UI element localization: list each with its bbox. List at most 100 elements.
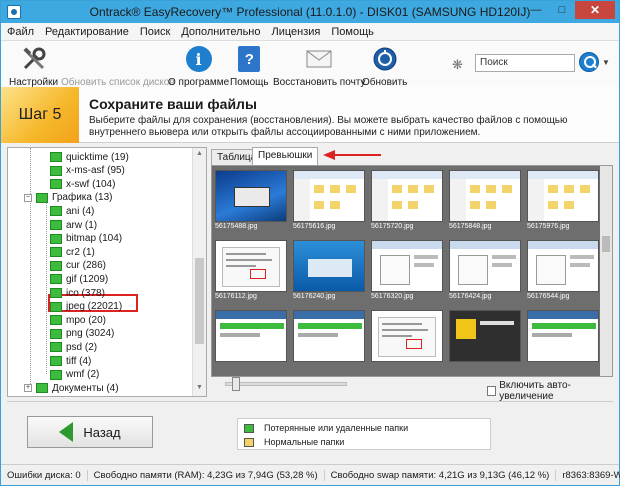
scrollbar-thumb[interactable] xyxy=(195,258,204,344)
search-input[interactable]: Поиск xyxy=(475,54,575,72)
thumbnail-scrollbar[interactable] xyxy=(600,166,612,376)
settings-button[interactable]: Настройки xyxy=(9,45,58,88)
tree-item-label: Документы (4) xyxy=(52,382,119,394)
thumbnail-image xyxy=(371,170,443,222)
thumbnail-filename: 56176320.jpg xyxy=(371,293,414,300)
menu-help[interactable]: Помощь xyxy=(331,26,374,38)
thumbnail[interactable]: 56176240.jpg xyxy=(292,238,366,302)
tree-item[interactable]: − Графика (13) xyxy=(24,191,113,205)
maximize-button[interactable]: □ xyxy=(549,1,575,19)
tree-item-label: quicktime (19) xyxy=(66,151,129,163)
scroll-down-icon[interactable]: ▼ xyxy=(196,384,203,391)
step-description: Выберите файлы для сохранения (восстанов… xyxy=(89,115,568,138)
thumbnail[interactable]: 56175720.jpg xyxy=(370,168,444,232)
thumbnail-image xyxy=(449,170,521,222)
tree-item[interactable]: quicktime (19) xyxy=(50,150,129,164)
title-bar: Ontrack® EasyRecovery™ Professional (11.… xyxy=(1,1,619,23)
expand-icon[interactable]: + xyxy=(24,384,32,393)
thumbnail-image xyxy=(527,240,599,292)
tab-thumbnails[interactable]: Превьюшки xyxy=(252,147,319,165)
folder-icon xyxy=(36,383,48,394)
update-button[interactable]: Обновить xyxy=(362,45,407,88)
thumbnail[interactable] xyxy=(370,308,444,372)
thumbnail-image xyxy=(215,240,287,292)
zoom-slider[interactable] xyxy=(225,377,347,391)
tree-item[interactable]: bitmap (104) xyxy=(50,232,122,246)
menu-advanced[interactable]: Дополнительно xyxy=(181,26,260,38)
thumbnail[interactable]: 56176544.jpg xyxy=(526,238,600,302)
thumbnail[interactable] xyxy=(526,308,600,372)
tree-item[interactable]: cr2 (1) xyxy=(50,245,95,259)
tree-item[interactable]: + Документы (4) xyxy=(24,381,119,395)
thumbnail[interactable] xyxy=(448,308,522,372)
envelope-icon xyxy=(305,45,333,73)
menu-edit[interactable]: Редактирование xyxy=(45,26,129,38)
tree-item[interactable]: png (3024) xyxy=(50,327,114,341)
refresh-disks-button[interactable]: Обновить список дисков xyxy=(61,45,175,88)
thumbnail[interactable]: 56175488.jpg xyxy=(214,168,288,232)
menu-file[interactable]: Файл xyxy=(7,26,34,38)
collapse-icon[interactable]: − xyxy=(24,193,32,202)
auto-zoom-checkbox[interactable] xyxy=(487,386,497,396)
tree-item[interactable]: x-swf (104) xyxy=(50,177,115,191)
legend-folder-icon xyxy=(244,423,254,433)
tree-item[interactable]: psd (2) xyxy=(50,340,97,354)
tree-item[interactable]: ico (378) xyxy=(50,286,105,300)
thumbnail[interactable]: 56176112.jpg xyxy=(214,238,288,302)
tree-item[interactable]: gif (1209) xyxy=(50,272,108,286)
close-button[interactable]: ✕ xyxy=(575,1,615,19)
tree-item[interactable]: tiff (4) xyxy=(50,354,91,368)
bottom-panel: Назад Потерянные или удаленные папки Нор… xyxy=(7,401,613,457)
thumbnail[interactable]: 56176320.jpg xyxy=(370,238,444,302)
menu-search[interactable]: Поиск xyxy=(140,26,170,38)
tree-item[interactable]: x-ms-asf (95) xyxy=(50,164,125,178)
thumbnail-filename: 56176424.jpg xyxy=(449,293,492,300)
folder-icon xyxy=(50,179,62,190)
help-button[interactable]: ? Помощь xyxy=(230,45,269,88)
main-area: ▲ ▼ quicktime (19) x-ms-asf (95) x-swf (10… xyxy=(7,147,613,402)
thumbnail-image xyxy=(293,170,365,222)
menu-license[interactable]: Лицензия xyxy=(272,26,321,38)
chevron-down-icon[interactable]: ▼ xyxy=(602,58,610,67)
back-label: Назад xyxy=(83,424,121,440)
tree-item[interactable]: wmf (2) xyxy=(50,368,99,382)
minimize-button[interactable]: — xyxy=(523,1,549,19)
scroll-up-icon[interactable]: ▲ xyxy=(196,150,203,157)
tree-item-label: png (3024) xyxy=(66,328,115,340)
tree-scrollbar[interactable]: ▲ ▼ xyxy=(192,148,206,396)
thumbnail[interactable]: 56175848.jpg xyxy=(448,168,522,232)
tree-item[interactable]: jpeg (22021) xyxy=(50,300,122,314)
thumbnail-filename: 56175848.jpg xyxy=(449,223,492,230)
tree-item[interactable]: mpo (20) xyxy=(50,313,106,327)
tree-item[interactable]: ani (4) xyxy=(50,204,94,218)
thumbnail[interactable]: 56176424.jpg xyxy=(448,238,522,302)
zoom-slider-handle[interactable] xyxy=(232,377,240,391)
help-book-icon: ? xyxy=(238,46,261,72)
status-swap: Свободно swap памяти: 4,21G из 9,13G (46… xyxy=(325,469,557,481)
thumbnail-image xyxy=(215,310,287,362)
thumbnail[interactable] xyxy=(214,308,288,372)
auto-zoom-option[interactable]: Включить авто-увеличение xyxy=(487,380,613,402)
thumbnail[interactable] xyxy=(292,308,366,372)
thumbnail-filename: 56175488.jpg xyxy=(215,223,258,230)
folder-icon xyxy=(50,328,62,339)
search-icon[interactable] xyxy=(579,52,599,72)
scrollbar-thumb[interactable] xyxy=(602,236,610,252)
thumbnail[interactable]: 56175976.jpg xyxy=(526,168,600,232)
folder-icon xyxy=(50,369,62,380)
update-globe-icon xyxy=(371,45,399,73)
window-controls: — □ ✕ xyxy=(523,1,615,19)
tree-item[interactable]: cur (286) xyxy=(50,259,106,273)
viewer-tabs: Таблица Превьюшки xyxy=(211,147,613,165)
folder-icon xyxy=(50,301,62,312)
folder-icon xyxy=(50,315,62,326)
thumbnail-image xyxy=(293,240,365,292)
back-button[interactable]: Назад xyxy=(27,416,153,448)
menu-bar: Файл Редактирование Поиск Дополнительно … xyxy=(1,23,619,41)
tree-item[interactable]: arw (1) xyxy=(50,218,97,232)
restore-mail-button[interactable]: Восстановить почту xyxy=(273,45,365,88)
folder-icon xyxy=(50,233,62,244)
status-disk-errors: Ошибки диска: 0 xyxy=(1,469,88,481)
thumbnail[interactable]: 56175616.jpg xyxy=(292,168,366,232)
about-button[interactable]: i О программе xyxy=(168,45,229,88)
